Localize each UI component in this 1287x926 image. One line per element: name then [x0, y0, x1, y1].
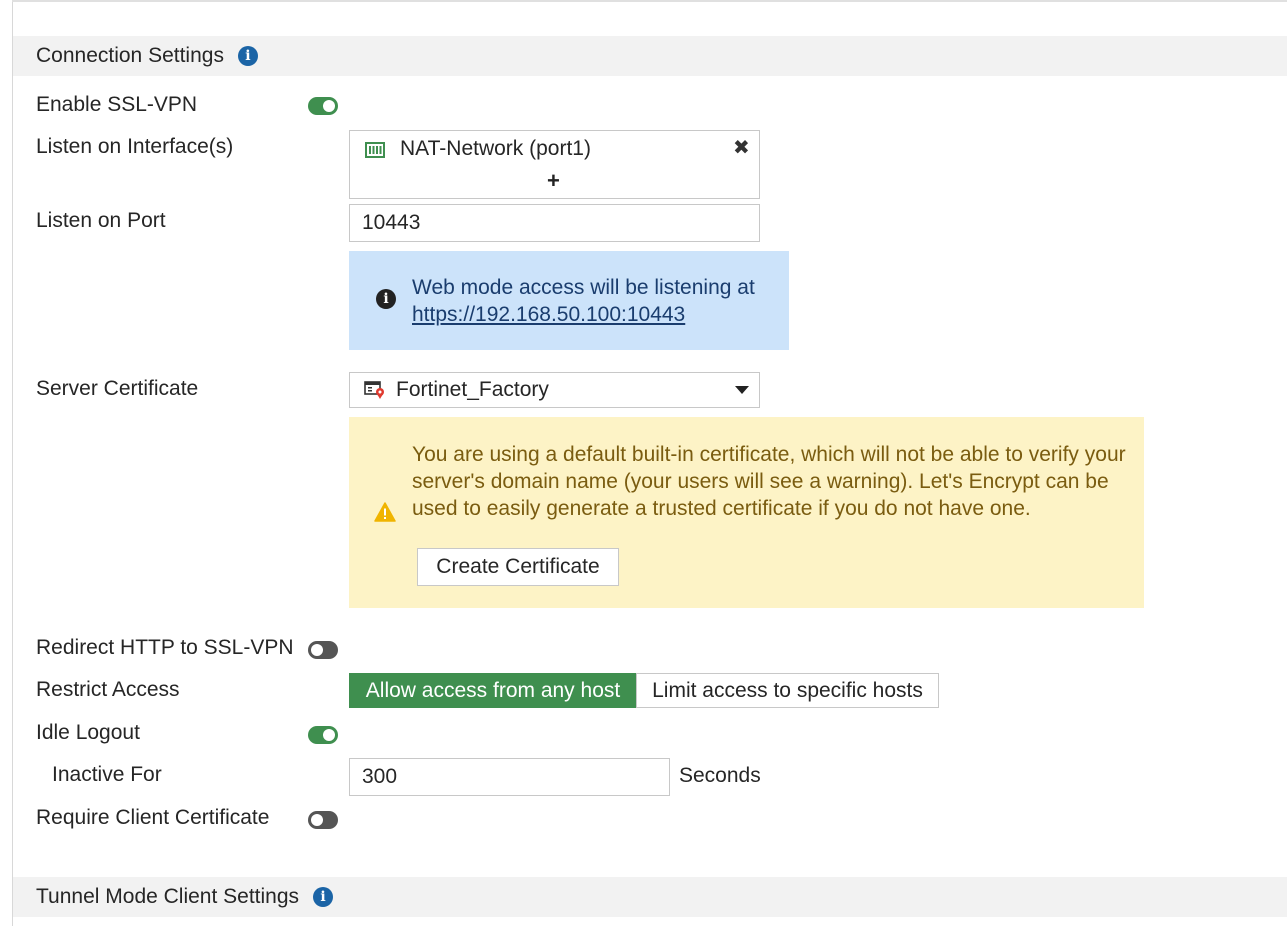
listen-interface-label: Listen on Interface(s)	[36, 135, 234, 158]
listen-port-label: Listen on Port	[36, 209, 166, 232]
inactive-for-value: 300	[362, 765, 398, 788]
info-icon: i	[376, 289, 396, 309]
allow-any-host-option[interactable]: Allow access from any host	[349, 673, 637, 708]
section-header-tunnel: Tunnel Mode Client Settings i	[13, 877, 1287, 917]
section-title-tunnel: Tunnel Mode Client Settings	[36, 885, 300, 908]
idle-logout-toggle[interactable]	[308, 726, 338, 744]
inactive-for-input[interactable]: 300	[349, 758, 670, 796]
redirect-http-label: Redirect HTTP to SSL-VPN	[36, 636, 294, 659]
require-client-cert-toggle[interactable]	[308, 811, 338, 829]
interface-item: NAT-Network (port1)	[400, 137, 591, 160]
chevron-down-icon	[735, 386, 749, 394]
add-interface-icon[interactable]: +	[547, 168, 560, 194]
section-title-connection: Connection Settings	[36, 44, 224, 67]
info-icon[interactable]: i	[237, 46, 258, 66]
limit-specific-hosts-option[interactable]: Limit access to specific hosts	[636, 673, 939, 708]
remove-interface-icon[interactable]: ✖	[733, 135, 750, 160]
web-mode-info-text: Web mode access will be listening at	[412, 276, 755, 299]
toggle-knob	[323, 100, 335, 112]
inactive-for-unit: Seconds	[679, 764, 761, 787]
redirect-http-toggle[interactable]	[308, 641, 338, 659]
certificate-warning-text: You are using a default built-in certifi…	[412, 443, 1126, 520]
enable-ssl-vpn-label: Enable SSL-VPN	[36, 93, 198, 116]
left-panel-edge	[0, 0, 13, 926]
inactive-for-label: Inactive For	[52, 763, 162, 786]
create-certificate-button[interactable]: Create Certificate	[417, 548, 619, 586]
toggle-knob	[323, 729, 335, 741]
idle-logout-label: Idle Logout	[36, 721, 140, 744]
network-port-icon	[365, 140, 385, 158]
certificate-icon	[364, 381, 386, 399]
server-certificate-select[interactable]: Fortinet_Factory	[349, 372, 760, 408]
restrict-access-label: Restrict Access	[36, 678, 180, 701]
server-certificate-value: Fortinet_Factory	[396, 378, 549, 401]
toggle-knob	[311, 644, 323, 656]
listen-port-input[interactable]: 10443	[349, 204, 760, 242]
interface-selector[interactable]: NAT-Network (port1) ✖ +	[349, 130, 760, 199]
section-header-connection: Connection Settings i	[13, 36, 1287, 76]
toggle-knob	[311, 814, 323, 826]
web-mode-info-box: i Web mode access will be listening at h…	[349, 251, 789, 350]
web-mode-link[interactable]: https://192.168.50.100:10443	[412, 301, 755, 328]
top-border	[12, 0, 1287, 2]
warning-icon	[374, 502, 396, 522]
server-certificate-label: Server Certificate	[36, 377, 199, 400]
listen-port-value: 10443	[362, 211, 421, 234]
info-icon[interactable]: i	[313, 887, 334, 907]
certificate-warning-box: You are using a default built-in certifi…	[349, 417, 1144, 608]
require-client-cert-label: Require Client Certificate	[36, 806, 270, 829]
enable-ssl-vpn-toggle[interactable]	[308, 97, 338, 115]
